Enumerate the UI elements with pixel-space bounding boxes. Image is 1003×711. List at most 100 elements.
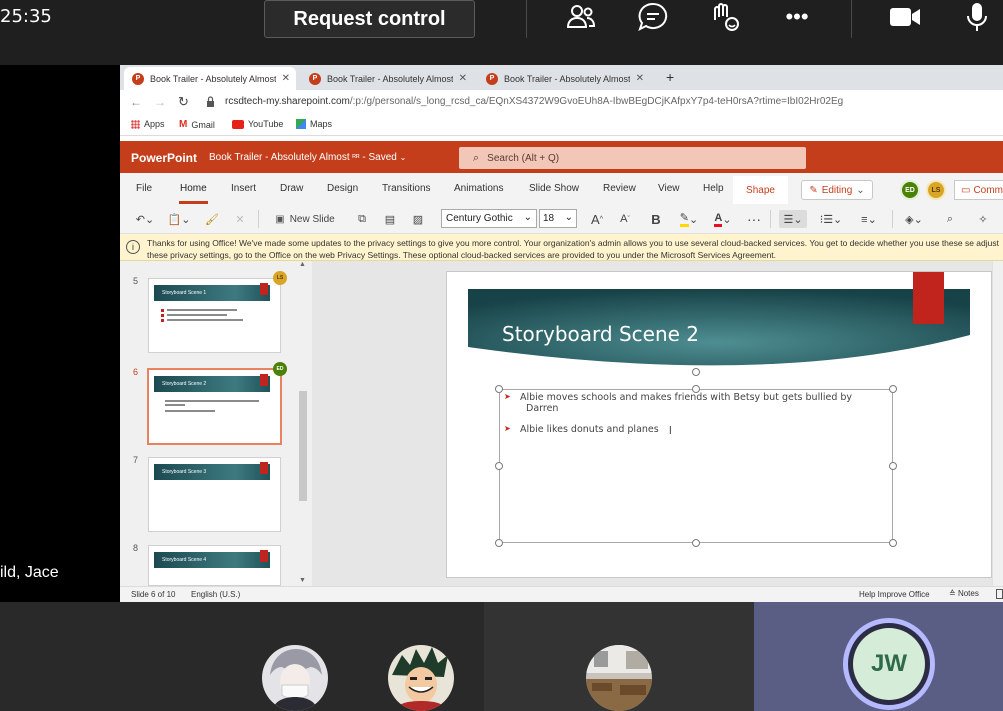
tab-shape[interactable]: Shape [733,176,788,204]
layout-icon[interactable]: ▤ [382,210,398,228]
scroll-up-icon[interactable]: ▲ [299,261,306,268]
highlight-color-icon[interactable]: ✎ ⌄ [676,210,702,228]
format-painter-icon[interactable]: 🖌 [203,210,221,228]
font-family-select[interactable]: Century Gothic ⌄ [441,209,537,228]
picture-icon[interactable]: ▨ [410,210,426,228]
url-field[interactable]: rcsdtech-my.sharepoint.com/:p:/g/persona… [225,96,843,107]
shapes-icon[interactable]: ◈⌄ [900,210,928,228]
bookmark-apps[interactable]: Apps [131,119,165,129]
forward-icon[interactable]: → [154,95,166,109]
language[interactable]: English (U.S.) [191,590,240,599]
resize-handle[interactable] [692,385,700,393]
paste-icon[interactable]: 📋⌄ [166,210,192,228]
resize-handle[interactable] [692,539,700,547]
slide-thumbnail[interactable]: Storyboard Scene 1 [148,278,281,353]
microphone-icon[interactable] [959,0,995,34]
raise-hand-reactions-icon[interactable] [707,0,743,34]
numbering-icon[interactable]: ⁝☰⌄ [817,210,845,228]
editing-mode-button[interactable]: ✎ Editing ⌄ [801,180,873,200]
help-improve-office[interactable]: Help Improve Office [859,590,930,599]
bullet-item[interactable]: ➤ Albie moves schools and makes friends … [504,392,884,414]
more-options-icon[interactable]: ••• [779,0,815,34]
participant-avatar[interactable] [262,645,328,711]
bullet-text-box[interactable]: ➤ Albie moves schools and makes friends … [499,389,893,543]
search-input[interactable]: ⌕ Search (Alt + Q) [459,147,806,169]
tab-help[interactable]: Help [703,183,724,194]
browser-tab[interactable]: P Book Trailer - Absolutely Almost ✕ [124,67,296,90]
back-icon[interactable]: ← [130,95,142,109]
current-slide[interactable]: Storyboard Scene 2 ➤ Albie moves schools… [446,271,992,578]
participant-avatar[interactable] [388,645,454,711]
increase-font-size-icon[interactable]: A ^ [589,210,605,228]
document-title[interactable]: Book Trailer - Absolutely Almost ᴿᴿ - Sa… [209,152,406,163]
resize-handle[interactable] [889,462,897,470]
font-color-icon[interactable]: A ⌄ [710,210,736,228]
tab-file[interactable]: File [136,183,152,194]
share-status-icon: ᴿᴿ [352,153,360,162]
rotate-handle[interactable] [692,368,700,376]
call-timer: 25:35 [0,6,52,27]
more-icon[interactable]: ··· [746,210,762,228]
scroll-down-icon[interactable]: ▼ [299,577,306,584]
coauthor-avatar[interactable]: LS [926,180,946,200]
bold-icon[interactable]: B [648,210,664,228]
slide-title[interactable]: Storyboard Scene 2 [502,322,699,346]
tab-transitions[interactable]: Transitions [382,183,431,194]
bullets-icon[interactable]: ☰⌄ [779,210,807,228]
browser-tab[interactable]: P Book Trailer - Absolutely Almost ✕ [301,67,473,90]
notes-button[interactable]: ≙ Notes [949,589,979,598]
slide-thumbnail[interactable]: Storyboard Scene 3 [148,457,281,532]
align-icon[interactable]: ≡⌄ [855,210,883,228]
font-size-select[interactable]: 18 ⌄ [539,209,577,228]
participant-initials-avatar[interactable]: JW [853,628,925,700]
reload-icon[interactable]: ↻ [178,94,189,110]
scroll-thumb[interactable] [299,391,307,501]
camera-icon[interactable] [887,0,923,34]
bookmark-maps[interactable]: Maps [296,119,332,129]
participant-avatar[interactable] [586,645,652,711]
resize-handle[interactable] [889,385,897,393]
tab-draw[interactable]: Draw [280,183,303,194]
reuse-slides-icon[interactable]: ⧉ [354,210,370,228]
delete-icon[interactable]: ✕ [232,210,248,228]
search-placeholder: Search (Alt + Q) [487,152,560,164]
app-name[interactable]: PowerPoint [131,151,197,165]
close-icon[interactable]: ✕ [459,73,467,84]
find-icon[interactable]: ⌕ [942,210,958,228]
close-icon[interactable]: ✕ [282,73,290,84]
tab-animations[interactable]: Animations [454,183,503,194]
tab-view[interactable]: View [658,183,680,194]
slide-thumbnail[interactable]: Storyboard Scene 4 [148,545,281,586]
bookmark-gmail[interactable]: M Gmail [179,119,215,130]
resize-handle[interactable] [495,539,503,547]
bookmark-youtube[interactable]: YouTube [232,119,283,129]
normal-view-icon[interactable] [996,589,1003,599]
tab-slide-show[interactable]: Slide Show [529,183,579,194]
thumbnail-title: Storyboard Scene 2 [162,381,207,387]
chat-icon[interactable] [635,0,671,34]
designer-icon[interactable]: ✧ [975,210,991,228]
new-slide-button[interactable]: ▣ New Slide [269,210,341,228]
resize-handle[interactable] [495,385,503,393]
undo-icon[interactable]: ↶⌄ [132,210,158,228]
tab-home[interactable]: Home [180,183,207,194]
canvas-scrollbar[interactable] [992,261,1003,586]
slide-count[interactable]: Slide 6 of 10 [131,590,175,599]
lock-icon[interactable] [206,96,215,109]
thumbnail-scrollbar[interactable]: ▲ ▼ [297,261,309,586]
comments-button[interactable]: ▭ Comm [954,180,1003,200]
decrease-font-size-icon[interactable]: Aˇ [617,210,633,228]
resize-handle[interactable] [495,462,503,470]
resize-handle[interactable] [889,539,897,547]
close-icon[interactable]: ✕ [636,73,644,84]
bullet-item[interactable]: ➤ Albie likes donuts and planes Ι [504,424,672,437]
browser-tab[interactable]: P Book Trailer - Absolutely Almost ✕ [478,67,650,90]
slide-thumbnail-selected[interactable]: Storyboard Scene 2 [147,368,282,445]
new-tab-icon[interactable]: + [666,69,674,85]
request-control-button[interactable]: Request control [264,0,475,38]
tab-review[interactable]: Review [603,183,636,194]
coauthor-avatar[interactable]: ED [900,180,920,200]
tab-insert[interactable]: Insert [231,183,256,194]
tab-design[interactable]: Design [327,183,358,194]
participants-icon[interactable] [563,0,599,34]
